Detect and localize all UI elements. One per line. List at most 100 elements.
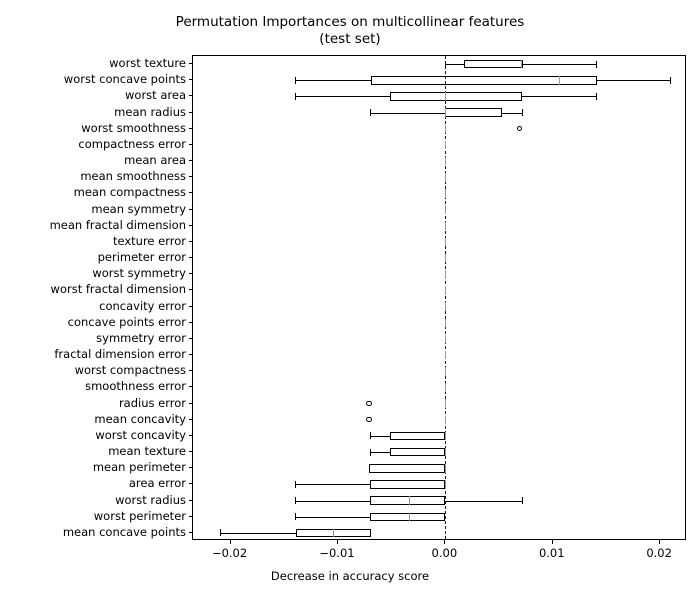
boxplot-median [408, 496, 410, 505]
y-axis-tick-label: mean area [124, 153, 186, 168]
y-axis-tick-label: mean concave points [62, 524, 186, 539]
y-axis-tick-mark [188, 305, 192, 307]
boxplot-cap-high [595, 92, 597, 100]
boxplot-median [445, 318, 447, 327]
y-axis-tick-mark [188, 337, 192, 339]
boxplot-median [445, 237, 447, 247]
y-axis-tick-mark [188, 499, 192, 501]
y-axis-tick-mark [188, 224, 192, 226]
boxplot-whisker-high [445, 500, 522, 502]
boxplot-cap-low [295, 497, 297, 505]
boxplot-cap-low [295, 92, 297, 100]
boxplot-median [445, 270, 447, 279]
y-axis-tick-label: concavity error [99, 298, 186, 313]
boxplot-whisker-low [219, 532, 297, 534]
y-axis-tick-label: mean fractal dimension [49, 217, 186, 232]
boxplot-median [445, 189, 447, 198]
boxplot-median [445, 302, 447, 311]
boxplot-median [445, 221, 447, 230]
y-axis-tick-mark [188, 370, 192, 372]
boxplot-median [408, 512, 410, 521]
boxplot-cap-high [669, 76, 671, 84]
boxplot-median [445, 334, 447, 344]
y-axis-tick-mark [188, 273, 192, 275]
boxplot-cap-low [370, 432, 372, 440]
y-axis-tick-label: area error [128, 476, 186, 491]
y-axis-tick-mark [188, 143, 192, 145]
boxplot-box [369, 464, 446, 473]
boxplot-cap-high [595, 60, 597, 68]
boxplot-median [445, 124, 447, 133]
y-axis-tick-mark [188, 386, 192, 388]
boxplot-box [370, 496, 446, 505]
boxplot-median [445, 92, 447, 101]
boxplot-cap-high [521, 109, 523, 117]
y-axis-tick-label: radius error [118, 395, 186, 410]
y-axis-tick-mark [188, 321, 192, 323]
boxplot-box [444, 108, 503, 117]
y-axis-tick-mark [188, 354, 192, 356]
y-axis-tick-mark [188, 451, 192, 453]
y-axis-tick-label: fractal dimension error [54, 347, 186, 362]
boxplot-median [445, 464, 447, 473]
y-axis-tick-label: compactness error [78, 136, 186, 151]
x-axis-tick-label: 0.02 [646, 546, 672, 560]
boxplot-whisker-high [596, 80, 670, 82]
boxplot-outlier-marker [516, 126, 523, 132]
matplotlib-figure: Permutation Importances on multicollinea… [0, 0, 700, 600]
y-axis-tick-mark [188, 160, 192, 162]
boxplot-median [445, 156, 447, 166]
y-axis-tick-mark [188, 257, 192, 259]
x-axis-tick-label: 0.01 [538, 546, 565, 560]
boxplot-whisker-low [295, 80, 372, 82]
boxplot-whisker-low [370, 435, 390, 437]
y-axis-tick-label: worst compactness [74, 363, 186, 378]
boxplot-whisker-low [295, 96, 390, 98]
boxplot-whisker-low [370, 452, 390, 454]
y-axis-tick-label: worst texture [109, 56, 186, 71]
boxplot-cap-low [295, 76, 297, 84]
y-axis-tick-label: mean perimeter [92, 460, 186, 475]
boxplot-median [445, 173, 447, 182]
chart-title: Permutation Importances on multicollinea… [175, 14, 525, 47]
x-axis-tick-label: −0.01 [319, 546, 355, 560]
boxplot-whisker-low [445, 64, 465, 66]
boxplot-box [389, 447, 446, 457]
y-axis-tick-label: worst smoothness [81, 120, 186, 135]
y-axis-tick-label: mean concavity [94, 411, 186, 426]
x-axis-label: Decrease in accuracy score [270, 569, 430, 583]
boxplot-cap-low [295, 480, 297, 488]
boxplot-whisker-low [370, 112, 445, 114]
boxplot-box [371, 76, 597, 85]
y-axis-tick-label: worst area [125, 88, 186, 103]
x-axis-tick-label: 0.00 [431, 546, 458, 560]
boxplot-whisker-high [522, 64, 596, 66]
boxplot-median [445, 367, 447, 376]
y-axis-tick-mark [188, 208, 192, 210]
boxplot-box [370, 512, 446, 521]
plot-axes-area [192, 55, 686, 540]
y-axis-tick-label: mean symmetry [91, 201, 186, 216]
y-axis-tick-label: worst symmetry [92, 266, 186, 281]
x-axis-tick-label: −0.02 [211, 546, 248, 560]
y-axis-tick-label: worst concavity [95, 427, 186, 442]
y-axis-tick-mark [188, 79, 192, 81]
y-axis-tick-mark [188, 434, 192, 436]
boxplot-median [445, 205, 447, 214]
y-axis-tick-mark [188, 192, 192, 194]
boxplot-median [332, 528, 334, 538]
boxplot-cap-low [219, 529, 221, 537]
y-axis-tick-label: mean radius [114, 104, 186, 119]
y-axis-tick-mark [188, 111, 192, 113]
y-axis-tick-label: mean compactness [73, 185, 186, 200]
boxplot-box [464, 59, 523, 69]
boxplot-median [445, 140, 447, 150]
x-axis-tick-mark [659, 540, 661, 544]
boxplot-whisker-high [502, 112, 522, 114]
y-axis-tick-mark [188, 402, 192, 404]
boxplot-whisker-low [295, 516, 371, 518]
boxplot-whisker-high [522, 96, 596, 98]
x-axis-tick-mark [229, 540, 231, 544]
boxplot-box [370, 480, 446, 489]
y-axis-tick-mark [188, 176, 192, 178]
